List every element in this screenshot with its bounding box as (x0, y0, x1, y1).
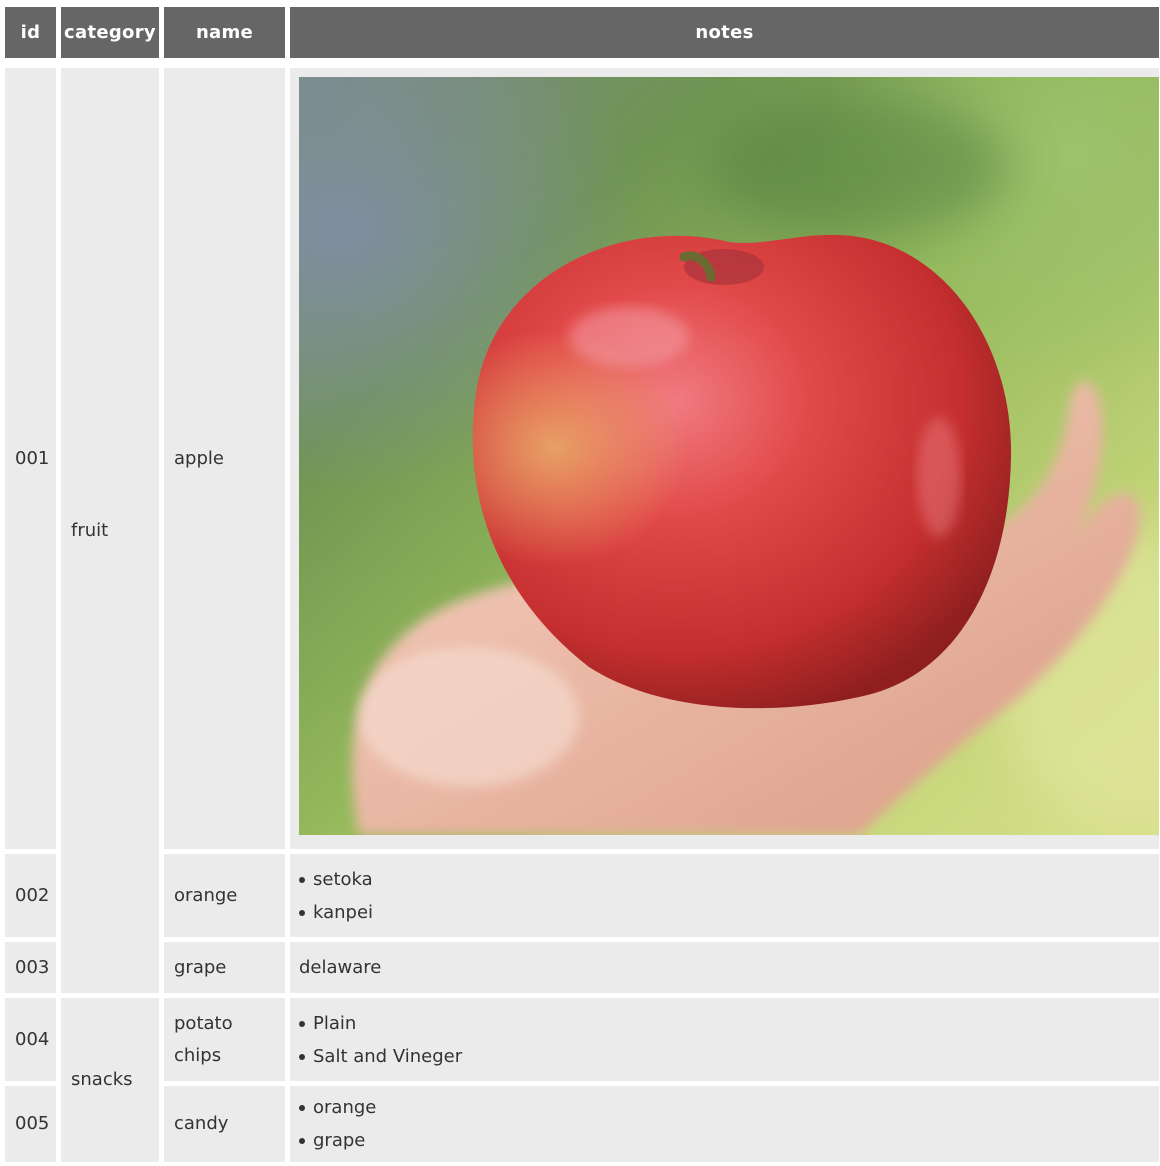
cell-category-snacks: snacks (61, 998, 159, 1162)
cell-notes-orange: setoka kanpei (290, 854, 1159, 937)
cell-notes-candy: orange grape (290, 1086, 1159, 1162)
list-item: grape (298, 1124, 376, 1157)
header-id: id (5, 7, 56, 58)
header-notes: notes (290, 7, 1159, 58)
cell-name-apple: apple (164, 68, 285, 849)
name-line: chips (174, 1044, 222, 1066)
cell-notes-potato-chips: Plain Salt and Vineger (290, 998, 1159, 1081)
list-item: Salt and Vineger (298, 1040, 462, 1073)
notes-list: Plain Salt and Vineger (298, 1007, 462, 1073)
data-table: id category name notes 001 fruit apple 0… (0, 0, 1160, 1166)
list-item: kanpei (298, 896, 373, 929)
list-item: orange (298, 1091, 376, 1124)
cell-category-fruit: fruit (61, 68, 159, 993)
name-line: potato (174, 1012, 233, 1034)
header-name: name (164, 7, 285, 58)
cell-notes-grape: delaware (290, 942, 1159, 993)
list-item: setoka (298, 863, 373, 896)
cell-id-004: 004 (5, 998, 56, 1081)
apple-photo (299, 77, 1159, 835)
cell-name-orange: orange (164, 854, 285, 937)
notes-list: setoka kanpei (298, 863, 373, 929)
cell-id-002: 002 (5, 854, 56, 937)
notes-list: orange grape (298, 1091, 376, 1157)
cell-id-001: 001 (5, 68, 56, 849)
cell-name-grape: grape (164, 942, 285, 993)
cell-id-005: 005 (5, 1086, 56, 1162)
cell-name-candy: candy (164, 1086, 285, 1162)
cell-notes-apple (290, 68, 1159, 849)
cell-name-potato-chips: potato chips (164, 998, 285, 1081)
list-item: Plain (298, 1007, 462, 1040)
cell-id-003: 003 (5, 942, 56, 993)
header-category: category (61, 7, 159, 58)
